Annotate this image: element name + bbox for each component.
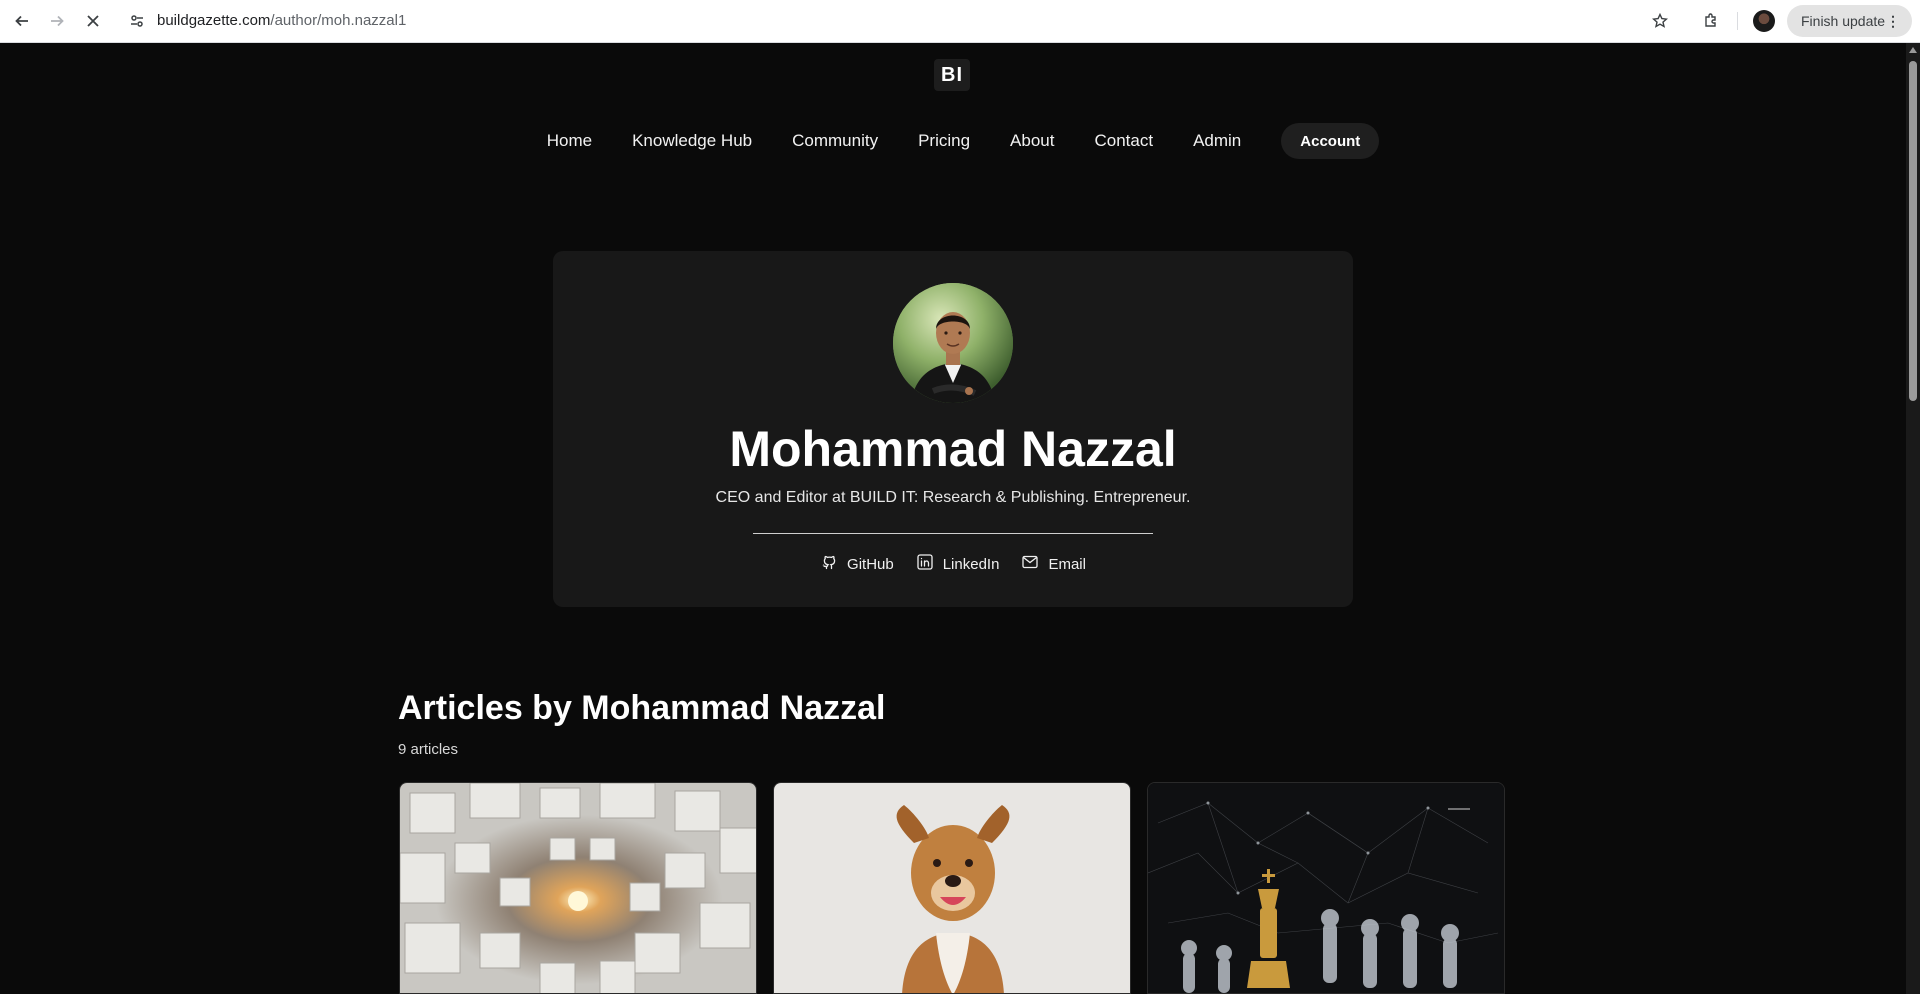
nav-knowledge-hub[interactable]: Knowledge Hub: [612, 123, 772, 159]
article-card-chess[interactable]: [1147, 782, 1505, 994]
social-links: GitHub LinkedIn Email: [553, 553, 1353, 575]
browser-toolbar: buildgazette.com/author/moh.nazzal1 Fini…: [0, 0, 1920, 43]
github-link[interactable]: GitHub: [820, 553, 894, 575]
site-logo[interactable]: BI: [934, 59, 970, 91]
nav-pricing[interactable]: Pricing: [898, 123, 990, 159]
nav-about[interactable]: About: [990, 123, 1074, 159]
nav-home[interactable]: Home: [527, 123, 612, 159]
article-card-dog[interactable]: [773, 782, 1131, 994]
author-bio: CEO and Editor at BUILD IT: Research & P…: [715, 489, 1191, 506]
scrollbar-thumb[interactable]: [1909, 61, 1917, 401]
scroll-up-icon[interactable]: [1909, 47, 1917, 53]
linkedin-link[interactable]: LinkedIn: [916, 553, 1000, 575]
main-navigation: Home Knowledge Hub Community Pricing Abo…: [0, 123, 1906, 159]
account-button[interactable]: Account: [1281, 123, 1380, 159]
finish-update-button[interactable]: Finish update ⋮: [1787, 5, 1912, 37]
logo-text: BI: [941, 63, 963, 86]
author-avatar: [893, 283, 1013, 403]
articles-heading: Articles by Mohammad Nazzal: [398, 689, 886, 727]
author-profile-card: Mohammad Nazzal CEO and Editor at BUILD …: [553, 251, 1353, 607]
nav-contact[interactable]: Contact: [1074, 123, 1173, 159]
account-label: Account: [1300, 132, 1361, 150]
profile-avatar[interactable]: [1753, 10, 1775, 32]
address-bar[interactable]: buildgazette.com/author/moh.nazzal1: [157, 11, 406, 31]
bookmark-star-icon[interactable]: [1649, 10, 1671, 32]
email-link[interactable]: Email: [1021, 553, 1086, 575]
back-icon[interactable]: [11, 10, 33, 32]
url-path: /author/moh.nazzal1: [270, 12, 407, 29]
article-image-cubes: [400, 783, 756, 993]
nav-admin[interactable]: Admin: [1173, 123, 1261, 159]
profile-divider: [753, 533, 1153, 534]
extensions-icon[interactable]: [1700, 10, 1722, 32]
forward-icon[interactable]: [46, 10, 68, 32]
mail-icon: [1021, 553, 1039, 575]
linkedin-icon: [916, 553, 934, 575]
articles-count: 9 articles: [398, 741, 459, 758]
site-info-icon[interactable]: [127, 11, 147, 31]
article-image-dog: [774, 783, 1130, 993]
github-label: GitHub: [847, 555, 894, 573]
toolbar-separator: [1737, 12, 1738, 30]
page-scrollbar[interactable]: [1906, 43, 1920, 994]
url-host: buildgazette.com: [157, 12, 271, 29]
nav-community[interactable]: Community: [772, 123, 898, 159]
github-icon: [820, 553, 838, 575]
stop-loading-icon[interactable]: [82, 10, 104, 32]
kebab-menu-icon: ⋮: [1886, 13, 1900, 29]
linkedin-label: LinkedIn: [942, 555, 1000, 573]
email-label: Email: [1048, 555, 1086, 573]
finish-update-label: Finish update: [1801, 13, 1886, 29]
article-card-cubes[interactable]: [399, 782, 757, 994]
article-image-chess: [1148, 783, 1504, 993]
author-name: Mohammad Nazzal: [729, 421, 1177, 477]
